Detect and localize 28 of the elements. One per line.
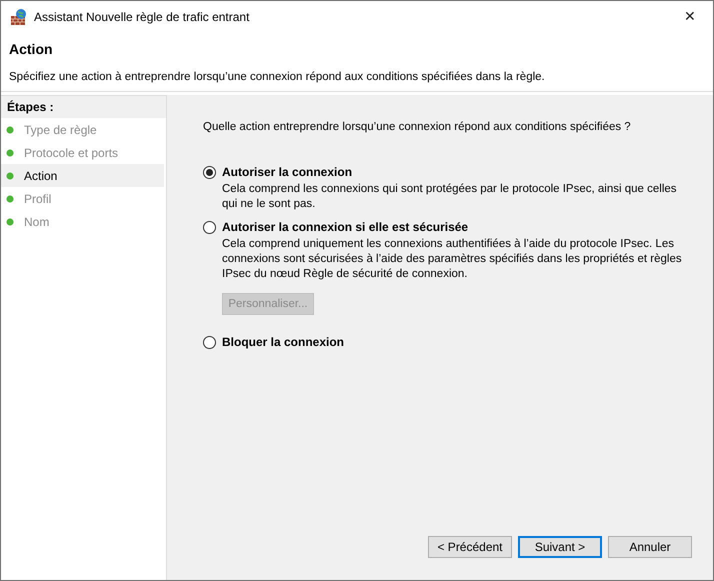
status-dot-icon [6,126,14,134]
status-dot-icon [6,194,14,202]
status-dot-icon [6,218,14,226]
page-subtitle: Spécifiez une action à entreprendre lorsqu’une connexion répond aux conditions spécifiées dans la règle. [9,70,546,85]
radio-button[interactable] [203,220,216,234]
radio-button[interactable] [203,166,216,179]
option-description: Cela comprend uniquement les connexions authentifiées à l’aide du protocole IPsec. Les connexions sont sécurisées à l’aide des paramètres spécifiés dans les propriétés et règles IPsec du nœud Règle de sécurité de connexion. [222,237,683,282]
option-label[interactable]: Autoriser la connexion si elle est sécurisée [222,218,468,236]
option-label[interactable]: Bloquer la connexion [222,333,344,352]
close-button[interactable]: ✕ [667,2,713,32]
wizard-button[interactable]: Suivant > [518,536,602,558]
status-dot-icon [6,172,14,180]
status-dot-icon [6,148,14,156]
question-text: Quelle action entreprendre lorsqu’une connexion répond aux conditions spécifiées ? [203,120,632,135]
wizard-button[interactable]: Annuler [608,536,692,558]
step-item: Action [1,164,164,187]
step-item: Profil [1,187,164,210]
radio-button[interactable] [203,336,216,349]
page-title: Action [9,40,54,59]
steps-heading: Étapes : [1,96,166,118]
wizard-button[interactable]: < Précédent [428,536,512,558]
window-title: Assistant Nouvelle règle de trafic entrant [34,8,250,26]
option-label[interactable]: Autoriser la connexion [222,163,352,182]
option-description: Cela comprend les connexions qui sont protégées par le protocole IPsec, ainsi que celles qui ne le sont pas. [222,182,678,212]
step-item: Type de règle [1,118,164,141]
firewall-globe-icon [10,8,28,26]
step-item: Nom [1,210,164,233]
step-item: Protocole et ports [1,141,164,164]
